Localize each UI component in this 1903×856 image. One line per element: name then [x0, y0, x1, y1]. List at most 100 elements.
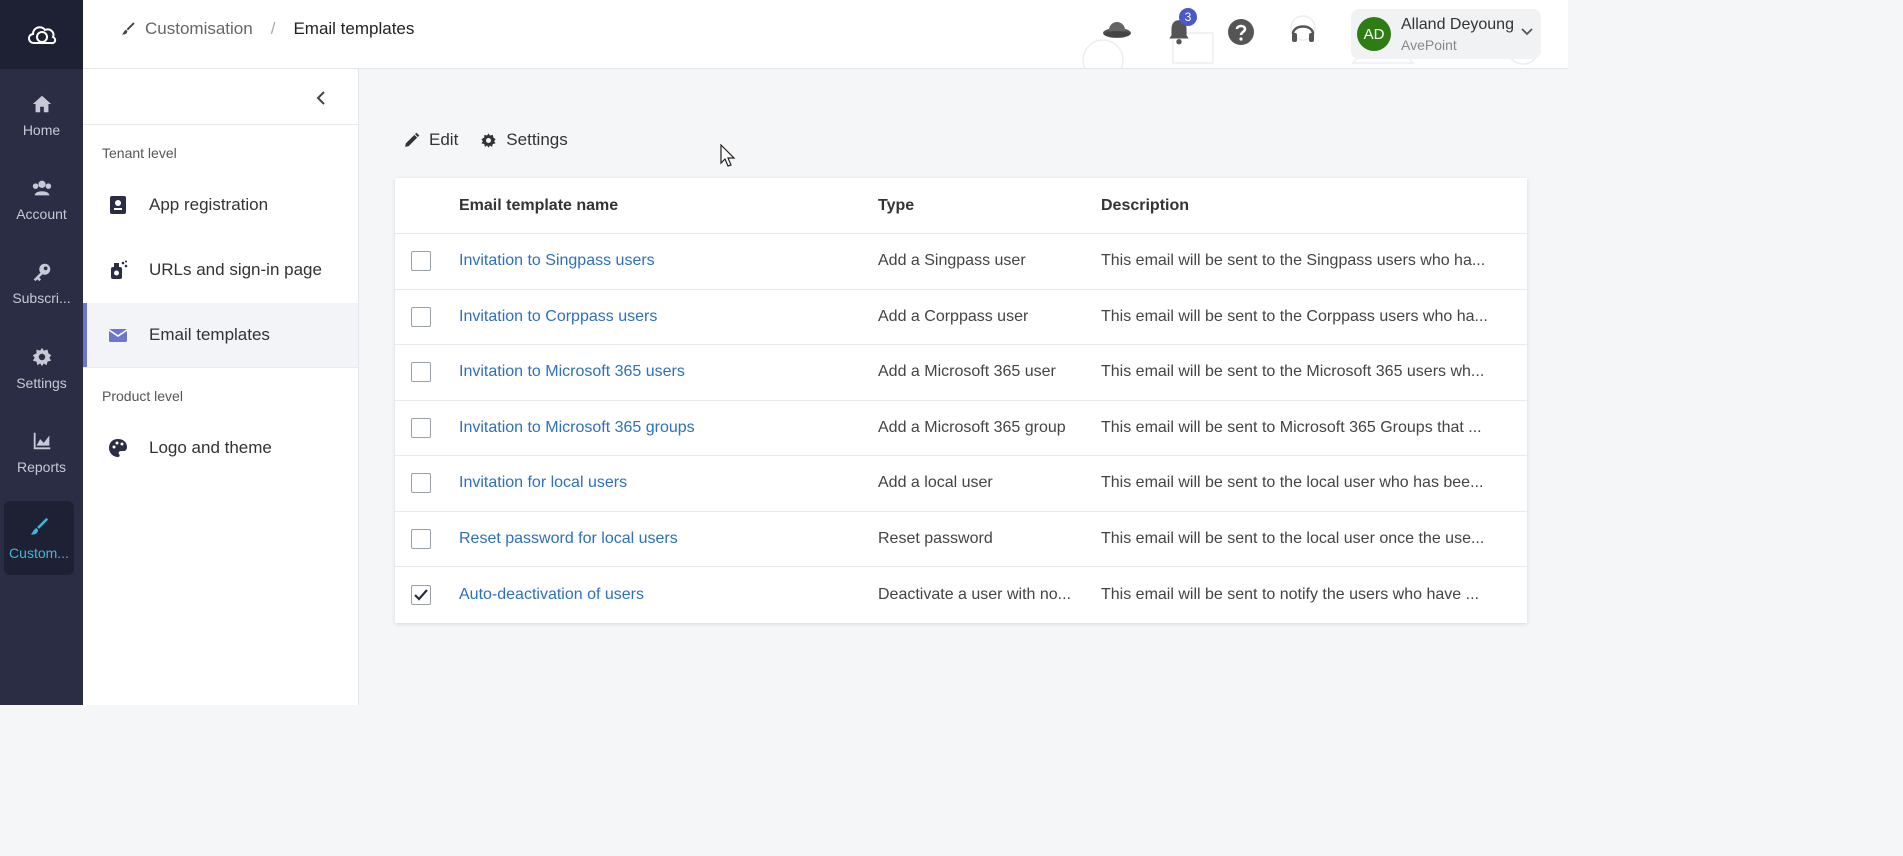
table-row[interactable]: Invitation to Corppass users Add a Corppa…	[395, 290, 1527, 345]
sidebar-item-label: URLs and sign-in page	[149, 260, 322, 279]
rail-item-label: Home	[22, 121, 61, 138]
template-type: Add a Microsoft 365 group	[878, 418, 1066, 436]
mouse-cursor-icon	[720, 144, 736, 167]
row-checkbox[interactable]	[411, 417, 431, 438]
checkmark-icon	[414, 589, 428, 601]
breadcrumb-separator: /	[270, 19, 276, 38]
app-registration-icon	[110, 196, 126, 214]
rail-item-customisation[interactable]: Custom...	[4, 501, 74, 575]
template-name-link[interactable]: Invitation to Microsoft 365 users	[459, 363, 685, 381]
top-header: Customisation / Email templates 3 AD All…	[83, 0, 1568, 69]
template-description: This email will be sent to notify the us…	[1101, 585, 1479, 603]
sidebar-item-app-registration[interactable]: App registration	[83, 173, 358, 237]
row-checkbox[interactable]	[411, 584, 431, 605]
settings-button-label: Settings	[506, 130, 568, 149]
planet-button[interactable]	[1097, 14, 1137, 50]
edit-button-label: Edit	[429, 130, 459, 149]
cloud-logo-icon	[27, 25, 56, 44]
checkbox-unchecked[interactable]	[411, 473, 431, 494]
sidebar-item-label: Email templates	[149, 325, 270, 344]
row-checkbox[interactable]	[411, 306, 431, 327]
template-type: Add a Singpass user	[878, 252, 1026, 270]
brush-icon	[30, 517, 49, 535]
notification-count-badge: 3	[1179, 8, 1197, 26]
template-type: Deactivate a user with no...	[878, 585, 1071, 603]
table-row[interactable]: Invitation to Singpass users Add a Singpa…	[395, 234, 1527, 290]
template-name-link[interactable]: Auto-deactivation of users	[459, 586, 644, 604]
rail-item-label: Custom...	[9, 544, 69, 561]
rail-item-settings[interactable]: Settings	[0, 331, 83, 405]
app-logo[interactable]	[0, 0, 83, 69]
main-nav-rail: Home Account Subscri... Settings Reports…	[0, 0, 83, 705]
home-icon	[32, 95, 51, 112]
support-button[interactable]	[1283, 14, 1323, 50]
rail-item-label: Settings	[16, 374, 67, 391]
template-name-link[interactable]: Invitation to Singpass users	[459, 252, 655, 270]
checkbox-unchecked[interactable]	[411, 306, 431, 327]
checkbox-unchecked[interactable]	[411, 528, 431, 549]
rail-item-subscription[interactable]: Subscri...	[0, 246, 83, 320]
rail-item-account[interactable]: Account	[0, 162, 83, 236]
brush-icon	[122, 22, 135, 35]
table-row[interactable]: Auto-deactivation of users Deactivate a u…	[395, 567, 1527, 623]
column-header-name[interactable]: Email template name	[459, 197, 618, 215]
rail-item-label: Reports	[16, 458, 67, 475]
url-icon	[111, 260, 128, 279]
rail-item-label: Subscri...	[12, 289, 71, 306]
template-name-link[interactable]: Invitation to Microsoft 365 groups	[459, 419, 695, 437]
table-row[interactable]: Reset password for local users Reset pass…	[395, 512, 1527, 567]
column-header-type[interactable]: Type	[878, 197, 1078, 215]
breadcrumb-current: Email templates	[293, 19, 415, 38]
sidebar-item-email-templates[interactable]: Email templates	[83, 303, 358, 367]
users-icon	[32, 180, 51, 195]
customisation-sidebar: Tenant level App registration URLs and s…	[83, 69, 359, 705]
section-heading-product: Product level	[102, 388, 183, 404]
template-description: This email will be sent to the local use…	[1101, 529, 1485, 547]
gear-icon	[481, 132, 496, 148]
checkbox-checked[interactable]	[411, 584, 431, 605]
sidebar-item-label: App registration	[149, 195, 269, 214]
template-type: Add a local user	[878, 474, 993, 492]
envelope-icon	[108, 329, 128, 342]
notifications-button[interactable]: 3	[1159, 8, 1199, 50]
breadcrumb: Customisation / Email templates	[120, 19, 414, 39]
settings-button[interactable]: Settings	[480, 130, 568, 150]
template-name-link[interactable]: Invitation to Corppass users	[459, 308, 657, 326]
row-checkbox[interactable]	[411, 473, 431, 494]
header-actions: 3	[1097, 8, 1345, 50]
rail-item-reports[interactable]: Reports	[0, 415, 83, 489]
headset-icon	[1291, 25, 1315, 42]
gear-icon	[32, 347, 51, 366]
checkbox-unchecked[interactable]	[411, 251, 431, 272]
edit-button[interactable]: Edit	[403, 130, 458, 150]
planet-icon	[1103, 22, 1131, 38]
row-checkbox[interactable]	[411, 528, 431, 549]
breadcrumb-parent[interactable]: Customisation	[120, 19, 253, 39]
sidebar-item-logo-theme[interactable]: Logo and theme	[83, 416, 358, 480]
template-name-link[interactable]: Reset password for local users	[459, 530, 678, 548]
sidebar-divider	[83, 367, 358, 368]
content-toolbar: Edit Settings	[403, 130, 590, 150]
table-row[interactable]: Invitation to Microsoft 365 groups Add a …	[395, 401, 1527, 456]
template-name-link[interactable]: Invitation for local users	[459, 474, 627, 492]
column-header-description[interactable]: Description	[1101, 197, 1493, 215]
row-checkbox[interactable]	[411, 362, 431, 383]
sidebar-item-urls[interactable]: URLs and sign-in page	[83, 238, 358, 302]
checkbox-unchecked[interactable]	[411, 362, 431, 383]
template-description: This email will be sent to the Corppass …	[1101, 307, 1488, 325]
template-type: Add a Microsoft 365 user	[878, 363, 1056, 381]
collapse-sidebar-button[interactable]	[312, 89, 330, 107]
template-type: Add a Corppass user	[878, 307, 1029, 325]
chevron-down-icon	[1521, 28, 1533, 36]
palette-icon	[109, 439, 127, 457]
rail-item-home[interactable]: Home	[0, 78, 83, 152]
row-checkbox[interactable]	[411, 251, 431, 272]
checkbox-unchecked[interactable]	[411, 417, 431, 438]
table-row[interactable]: Invitation to Microsoft 365 users Add a M…	[395, 345, 1527, 401]
user-menu[interactable]: AD Alland Deyoung AvePoint	[1351, 9, 1541, 59]
table-row[interactable]: Invitation for local users Add a local us…	[395, 456, 1527, 512]
sidebar-item-label: Logo and theme	[149, 438, 272, 457]
help-button[interactable]	[1221, 14, 1261, 50]
template-description: This email will be sent to Microsoft 365…	[1101, 418, 1482, 436]
pencil-icon	[405, 132, 420, 147]
